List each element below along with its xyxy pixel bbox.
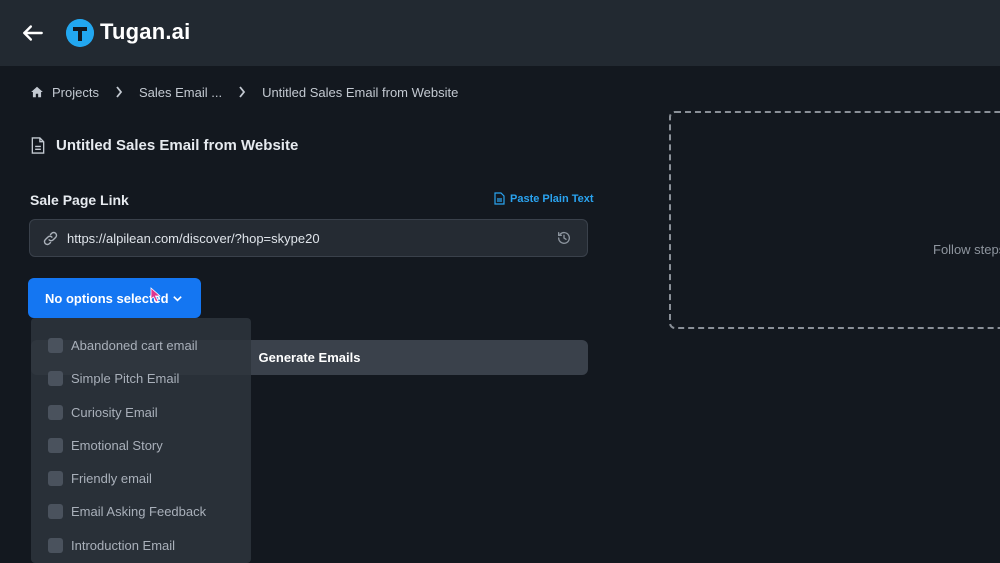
breadcrumb-current: Untitled Sales Email from Website (262, 84, 459, 100)
dropdown-option[interactable]: Friendly email (31, 463, 251, 493)
dropdown-option[interactable]: Emotional Story (31, 430, 251, 460)
document-icon (31, 137, 45, 154)
sale-page-link-label: Sale Page Link (30, 192, 129, 208)
paste-plain-text-link[interactable]: Paste Plain Text (494, 192, 594, 205)
checkbox[interactable] (48, 437, 63, 453)
chevron-right-icon (239, 86, 246, 98)
page-title-text: Untitled Sales Email from Website (56, 137, 299, 154)
document-icon (494, 192, 505, 205)
arrow-left-icon[interactable] (20, 20, 46, 46)
dropdown-option-label: Abandoned cart email (71, 337, 198, 353)
dropdown-option-label: Curiosity Email (71, 404, 158, 420)
dropdown-option-label: Email Asking Feedback (71, 503, 207, 519)
dropdown-option[interactable]: Abandoned cart email (31, 330, 251, 360)
mouse-cursor-icon (150, 287, 162, 303)
breadcrumb-projects[interactable]: Projects (52, 85, 99, 100)
email-type-dropdown: Abandoned cart email Simple Pitch Email … (31, 318, 251, 563)
dropdown-option-label: Simple Pitch Email (71, 370, 180, 386)
dropdown-option[interactable]: Email Asking Feedback (31, 496, 251, 526)
checkbox[interactable] (48, 470, 63, 486)
breadcrumb-sales-email[interactable]: Sales Email ... (139, 85, 222, 100)
tugan-logo-icon (66, 19, 94, 47)
dropdown-option-label: Friendly email (71, 470, 152, 486)
link-icon (43, 231, 58, 246)
page-title: Untitled Sales Email from Website (30, 137, 298, 154)
generate-emails-label: Generate Emails (258, 350, 361, 365)
checkbox[interactable] (48, 537, 63, 553)
history-icon[interactable] (556, 230, 572, 246)
dropdown-option[interactable]: Introduction Email (31, 530, 251, 560)
dropdown-option-label: Introduction Email (71, 537, 176, 553)
chevron-down-icon (173, 296, 182, 302)
sale-page-link-input[interactable] (67, 220, 537, 256)
home-icon[interactable] (30, 85, 44, 99)
preview-placeholder-text: Follow steps (933, 242, 1000, 257)
checkbox[interactable] (48, 370, 63, 386)
email-type-select[interactable]: No options selected (28, 278, 201, 318)
chevron-right-icon (116, 86, 123, 98)
checkbox[interactable] (48, 337, 63, 353)
breadcrumb: Projects Sales Email ... Untitled Sales … (30, 83, 458, 101)
sale-page-link-field (29, 219, 588, 257)
brand-name: Tugan.ai (100, 19, 191, 44)
checkbox[interactable] (48, 503, 63, 519)
paste-plain-text-label: Paste Plain Text (510, 192, 594, 205)
top-bar: Tugan.ai (0, 0, 1000, 66)
checkbox[interactable] (48, 404, 63, 420)
email-preview-area: Follow steps (669, 111, 1000, 329)
dropdown-option[interactable]: Curiosity Email (31, 397, 251, 427)
dropdown-option[interactable]: Simple Pitch Email (31, 363, 251, 393)
dropdown-option-label: Emotional Story (71, 437, 163, 453)
